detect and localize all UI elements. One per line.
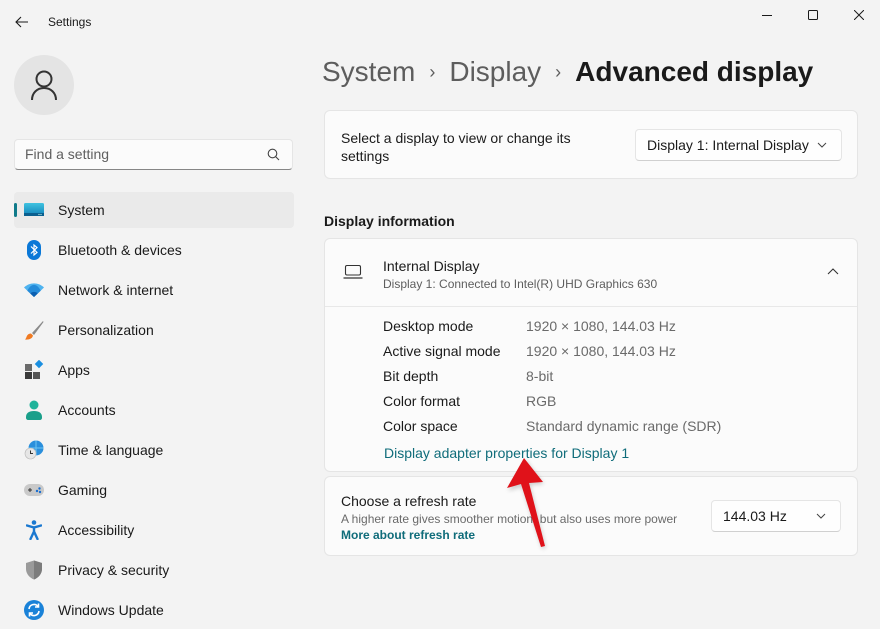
active-indicator <box>14 203 17 217</box>
info-row-desktop-mode: Desktop mode 1920 × 1080, 144.03 Hz <box>383 318 721 343</box>
laptop-icon <box>343 264 363 279</box>
sidebar-item-gaming[interactable]: Gaming <box>14 472 294 508</box>
bluetooth-icon <box>24 240 44 260</box>
apps-icon <box>24 360 44 380</box>
sidebar-item-label: Accounts <box>58 402 116 418</box>
breadcrumb-separator: › <box>429 62 436 82</box>
sidebar-item-label: Accessibility <box>58 522 135 538</box>
sidebar-item-accessibility[interactable]: Accessibility <box>14 512 294 548</box>
sidebar-item-label: Gaming <box>58 482 108 498</box>
globe-clock-icon <box>24 440 44 460</box>
breadcrumb: System › Display › Advanced display <box>322 56 813 88</box>
maximize-icon <box>808 10 818 20</box>
info-value: RGB <box>526 393 557 409</box>
refresh-rate-title: Choose a refresh rate <box>341 493 477 509</box>
info-row-active-signal-mode: Active signal mode 1920 × 1080, 144.03 H… <box>383 343 721 368</box>
sidebar-item-accounts[interactable]: Accounts <box>14 392 294 428</box>
gamepad-icon <box>24 480 44 500</box>
sidebar-item-network[interactable]: Network & internet <box>14 272 294 308</box>
sidebar-item-label: Network & internet <box>58 282 174 298</box>
wifi-icon <box>24 280 44 300</box>
refresh-rate-card: Choose a refresh rate A higher rate give… <box>324 476 858 556</box>
search-box[interactable] <box>14 139 293 170</box>
sidebar-item-privacy-security[interactable]: Privacy & security <box>14 552 294 588</box>
sidebar-item-label: Bluetooth & devices <box>58 242 182 258</box>
sidebar-nav: System Bluetooth & devices Network & int… <box>14 192 294 629</box>
breadcrumb-separator: › <box>555 62 562 82</box>
system-icon <box>24 200 44 220</box>
chevron-down-icon <box>816 513 826 519</box>
back-arrow-icon <box>15 16 28 28</box>
person-outline-icon <box>31 70 57 101</box>
brush-icon <box>24 320 44 340</box>
info-value: 8-bit <box>526 368 554 384</box>
user-avatar[interactable] <box>14 55 74 115</box>
sidebar-item-system[interactable]: System <box>14 192 294 228</box>
info-row-color-space: Color space Standard dynamic range (SDR) <box>383 418 721 443</box>
display-adapter-properties-link[interactable]: Display adapter properties for Display 1 <box>384 445 629 461</box>
refresh-rate-value: 144.03 Hz <box>723 508 787 524</box>
sidebar-item-bluetooth[interactable]: Bluetooth & devices <box>14 232 294 268</box>
info-row-bit-depth: Bit depth 8-bit <box>383 368 721 393</box>
minimize-icon <box>762 15 772 16</box>
sidebar-item-label: Windows Update <box>58 602 164 618</box>
info-key: Color space <box>383 418 458 434</box>
close-icon <box>854 10 864 20</box>
display-name: Internal Display <box>383 258 480 274</box>
info-key: Desktop mode <box>383 318 474 334</box>
info-key: Bit depth <box>383 368 439 384</box>
info-value: 1920 × 1080, 144.03 Hz <box>526 318 676 334</box>
sidebar-item-label: Apps <box>58 362 90 378</box>
more-about-refresh-rate-link[interactable]: More about refresh rate <box>341 528 475 542</box>
display-info-header[interactable]: Internal Display Display 1: Connected to… <box>325 239 857 307</box>
minimize-button[interactable] <box>744 0 790 30</box>
refresh-rate-dropdown[interactable]: 144.03 Hz <box>711 500 841 532</box>
title-bar: Settings <box>0 0 880 44</box>
close-button[interactable] <box>836 0 880 30</box>
back-button[interactable] <box>10 8 34 36</box>
info-value: 1920 × 1080, 144.03 Hz <box>526 343 676 359</box>
accessibility-icon <box>24 520 44 540</box>
breadcrumb-system[interactable]: System <box>322 56 415 88</box>
select-display-label: Select a display to view or change its s… <box>341 130 571 164</box>
sidebar-item-windows-update[interactable]: Windows Update <box>14 592 294 628</box>
app-title: Settings <box>48 15 92 29</box>
sidebar-item-label: Time & language <box>58 442 164 458</box>
display-select-value: Display 1: Internal Display <box>647 137 809 153</box>
display-info-rows: Desktop mode 1920 × 1080, 144.03 Hz Acti… <box>383 318 721 443</box>
sidebar-item-label: Privacy & security <box>58 562 170 578</box>
info-row-color-format: Color format RGB <box>383 393 721 418</box>
info-value: Standard dynamic range (SDR) <box>526 418 722 434</box>
update-icon <box>24 600 44 620</box>
select-display-card: Select a display to view or change its s… <box>324 110 858 179</box>
maximize-button[interactable] <box>790 0 836 30</box>
sidebar-item-time-language[interactable]: Time & language <box>14 432 294 468</box>
display-select-dropdown[interactable]: Display 1: Internal Display <box>635 129 842 161</box>
chevron-down-icon <box>817 142 827 148</box>
display-connection: Display 1: Connected to Intel(R) UHD Gra… <box>383 277 658 291</box>
search-input[interactable] <box>25 146 255 162</box>
section-title-display-information: Display information <box>324 213 455 229</box>
sidebar-item-label: Personalization <box>58 322 154 338</box>
page-title: Advanced display <box>575 56 814 87</box>
info-key: Color format <box>383 393 461 409</box>
breadcrumb-display[interactable]: Display <box>449 56 541 88</box>
sidebar-item-label: System <box>58 202 105 218</box>
search-icon[interactable] <box>267 148 280 161</box>
sidebar-item-personalization[interactable]: Personalization <box>14 312 294 348</box>
person-icon <box>24 400 44 420</box>
info-key: Active signal mode <box>383 343 501 359</box>
refresh-rate-description: A higher rate gives smoother motion, but… <box>341 512 678 526</box>
display-info-card: Internal Display Display 1: Connected to… <box>324 238 858 472</box>
chevron-up-icon[interactable] <box>827 267 839 277</box>
shield-icon <box>24 560 44 580</box>
sidebar-item-apps[interactable]: Apps <box>14 352 294 388</box>
